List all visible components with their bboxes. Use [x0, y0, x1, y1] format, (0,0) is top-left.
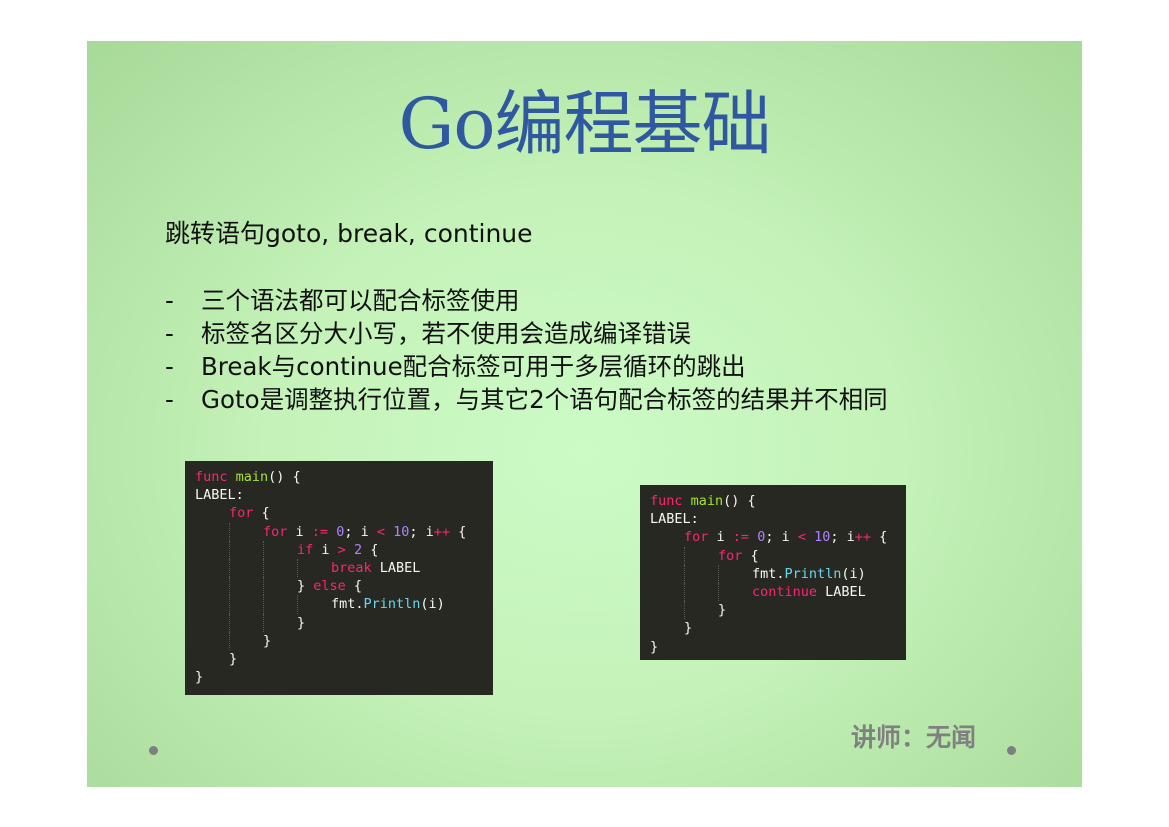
code-line: } — [195, 613, 493, 632]
code-line: for i := 0; i < 10; i++ { — [195, 522, 493, 541]
code-line-4: fmt.Println(i) — [752, 565, 866, 582]
bullet-dash: - — [165, 286, 174, 315]
code-line: } — [650, 601, 906, 620]
bullet-list: - 三个语法都可以配合标签使用 - 标签名区分大小写，若不使用会造成编译错误 - Br… — [165, 284, 888, 416]
code-line: fmt.Println(i) — [650, 564, 906, 583]
code-line-0: func main() { — [650, 493, 756, 509]
bullet-text: Goto是调整执行位置，与其它2个语句配合标签的结果并不相同 — [201, 385, 888, 414]
bullet-dash: - — [165, 352, 174, 381]
slide-subtitle: 跳转语句goto, break, continue — [165, 219, 533, 248]
code-line: } — [195, 668, 493, 686]
code-line-5: break LABEL — [331, 559, 421, 576]
bullet-item: - 三个语法都可以配合标签使用 — [165, 284, 888, 317]
code-line-3: for { — [718, 547, 759, 564]
code-line-7: fmt.Println(i) — [331, 596, 445, 613]
bullet-item: - 标签名区分大小写，若不使用会造成编译错误 — [165, 317, 888, 350]
code-line-4: if i > 2 { — [297, 541, 379, 558]
bullet-item: - Break与continue配合标签可用于多层循环的跳出 — [165, 350, 888, 383]
code-line: func main() { — [195, 468, 493, 486]
code-line-10: } — [229, 650, 238, 667]
code-line: for { — [650, 546, 906, 565]
instructor-label: 讲师：无闻 — [850, 723, 976, 752]
code-line-5: continue LABEL — [752, 583, 866, 600]
code-line: } — [650, 638, 906, 656]
code-line: } — [195, 650, 493, 668]
code-line-6: } — [718, 602, 727, 619]
decorative-dot-right — [1007, 746, 1016, 755]
code-line: for i := 0; i < 10; i++ { — [650, 528, 906, 546]
decorative-dot-left — [149, 746, 158, 755]
bullet-item: - Goto是调整执行位置，与其它2个语句配合标签的结果并不相同 — [165, 383, 888, 416]
code-line-2: for { — [229, 505, 270, 522]
code-line-2: for i := 0; i < 10; i++ { — [684, 529, 888, 546]
code-line: for { — [195, 504, 493, 522]
code-line: } — [195, 631, 493, 650]
bullet-text: 标签名区分大小写，若不使用会造成编译错误 — [201, 319, 691, 348]
slide-title: Go编程基础 — [398, 83, 771, 165]
code-line: LABEL: — [650, 510, 906, 528]
code-line: continue LABEL — [650, 582, 906, 602]
slide: Go编程基础 跳转语句goto, break, continue - 三个语法都可… — [87, 41, 1082, 787]
bullet-dash: - — [165, 319, 174, 348]
code-line-1: LABEL: — [195, 487, 244, 504]
code-line: func main() { — [650, 492, 906, 510]
code-line-11: } — [195, 669, 204, 686]
code-line-6: } else { — [297, 578, 363, 595]
bullet-dash: - — [165, 385, 174, 414]
code-line-0: func main() { — [195, 469, 301, 485]
code-line: LABEL: — [195, 486, 493, 504]
code-line-9: } — [263, 632, 272, 649]
code-line: } else { — [195, 577, 493, 596]
code-line-7: } — [684, 620, 693, 637]
bullet-text: Break与continue配合标签可用于多层循环的跳出 — [201, 352, 746, 381]
code-line-8: } — [650, 638, 659, 655]
code-line-1: LABEL: — [650, 511, 699, 528]
code-line: break LABEL — [195, 558, 493, 578]
bullet-text: 三个语法都可以配合标签使用 — [201, 286, 520, 315]
code-line-8: } — [297, 614, 306, 631]
code-block-right: func main() { LABEL: for i := 0; i < 10;… — [640, 485, 906, 660]
code-block-left: func main() { LABEL: for { for i := 0; i… — [185, 461, 493, 695]
code-line: fmt.Println(i) — [195, 595, 493, 614]
code-line-3: for i := 0; i < 10; i++ { — [263, 523, 467, 540]
code-line: if i > 2 { — [195, 540, 493, 559]
code-line: } — [650, 619, 906, 637]
